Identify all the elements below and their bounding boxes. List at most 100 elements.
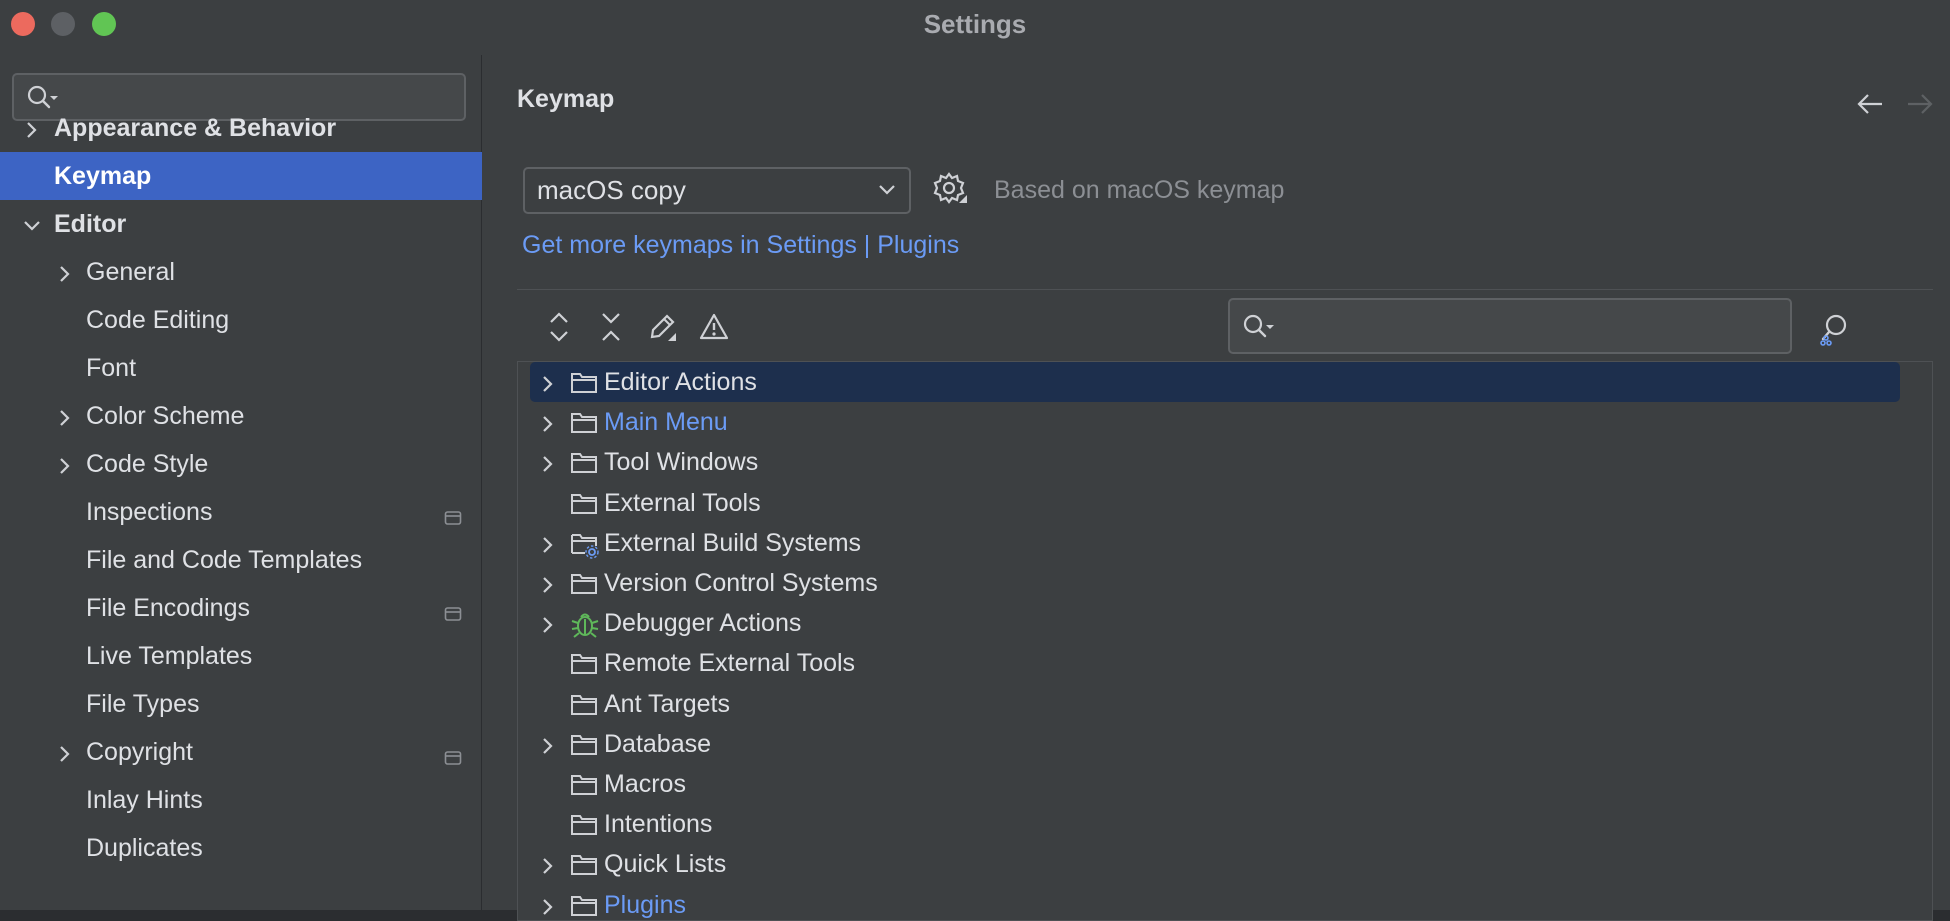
sidebar-item-code-style[interactable]: Code Style — [0, 440, 482, 488]
sidebar-item-label: General — [86, 257, 175, 286]
sidebar-item-copyright[interactable]: Copyright — [0, 728, 482, 776]
tree-row-remote-external-tools[interactable]: Remote External Tools — [530, 643, 1900, 683]
folder-icon — [570, 569, 598, 604]
sidebar-item-editor[interactable]: Editor — [0, 200, 482, 248]
tree-row-label: Version Control Systems — [604, 569, 878, 597]
folder-icon — [570, 368, 598, 403]
sidebar-item-color-scheme[interactable]: Color Scheme — [0, 392, 482, 440]
chevron-right-icon[interactable] — [538, 895, 558, 920]
tree-row-label: Tool Windows — [604, 448, 759, 477]
folder-gear-icon — [570, 529, 600, 566]
sidebar-item-label: Copyright — [86, 737, 193, 766]
page-title: Keymap — [517, 85, 615, 113]
chevron-right-icon[interactable] — [538, 854, 558, 883]
chevron-right-icon[interactable] — [538, 452, 558, 481]
sidebar-item-code-editing[interactable]: Code Editing — [0, 296, 482, 344]
chevron-right-icon[interactable] — [538, 412, 558, 441]
settings-sidebar: Appearance & Behavior Keymap Editor General… — [0, 55, 482, 910]
chevron-right-icon[interactable] — [55, 454, 75, 474]
tree-row-debugger-actions[interactable]: Debugger Actions — [530, 603, 1900, 643]
conflicts-warning-icon — [699, 313, 729, 340]
keymap-panel: Keymap macOS copy Based on macOS keymap … — [483, 55, 1950, 921]
show-conflicts-button[interactable] — [696, 309, 732, 345]
sidebar-item-live-templates[interactable]: Live Templates — [0, 632, 482, 680]
sidebar-item-label: Editor — [54, 209, 127, 238]
back-arrow-icon[interactable] — [1855, 91, 1885, 117]
sidebar-item-appearance-and-behavior[interactable]: Appearance & Behavior — [0, 104, 482, 152]
collapse-all-icon — [602, 313, 620, 341]
bug-icon — [570, 609, 600, 646]
tree-row-quick-lists[interactable]: Quick Lists — [530, 844, 1900, 884]
chevron-right-icon[interactable] — [538, 533, 558, 562]
forward-arrow-icon[interactable] — [1905, 91, 1935, 117]
chevron-right-icon[interactable] — [538, 372, 558, 401]
folder-icon — [570, 850, 598, 885]
collapse-all-button[interactable] — [593, 309, 629, 345]
tree-row-label: Debugger Actions — [604, 609, 802, 638]
sidebar-item-file-encodings[interactable]: File Encodings — [0, 584, 482, 632]
sidebar-item-label: Color Scheme — [86, 401, 245, 430]
folder-icon — [570, 770, 598, 805]
sidebar-item-file-types[interactable]: File Types — [0, 680, 482, 728]
tree-row-external-build-systems[interactable]: External Build Systems — [530, 523, 1900, 563]
tree-row-intentions[interactable]: Intentions — [530, 804, 1900, 844]
sidebar-item-font[interactable]: Font — [0, 344, 482, 392]
sidebar-item-general[interactable]: General — [0, 248, 482, 296]
settings-window: Settings Appearance & Behavior Keymap Edit… — [0, 0, 1950, 921]
sidebar-item-keymap[interactable]: Keymap — [0, 152, 482, 200]
chevron-down-icon[interactable] — [22, 214, 42, 234]
edit-shortcut-icon — [650, 314, 676, 341]
tree-row-version-control-systems[interactable]: Version Control Systems — [530, 563, 1900, 603]
gear-icon[interactable] — [933, 171, 969, 209]
tree-row-main-menu[interactable]: Main Menu — [530, 402, 1900, 442]
keymap-actions-tree: Editor Actions Main Menu Tool Windows Exter… — [517, 361, 1933, 921]
search-icon — [1243, 314, 1274, 338]
keymap-dropdown[interactable]: macOS copy — [523, 167, 911, 214]
tree-row-ant-targets[interactable]: Ant Targets — [530, 684, 1900, 724]
folder-icon — [570, 489, 598, 524]
edit-shortcut-button[interactable] — [644, 309, 680, 345]
chevron-right-icon[interactable] — [538, 613, 558, 642]
title-bar: Settings — [0, 0, 1950, 55]
sidebar-item-file-and-code-templates[interactable]: File and Code Templates — [0, 536, 482, 584]
folder-icon — [570, 448, 598, 483]
find-by-shortcut-icon[interactable] — [1819, 312, 1853, 346]
tree-row-label: Ant Targets — [604, 689, 731, 718]
tree-row-macros[interactable]: Macros — [530, 764, 1900, 804]
tree-row-label: Quick Lists — [604, 850, 727, 879]
chevron-right-icon[interactable] — [55, 262, 75, 282]
tree-row-database[interactable]: Database — [530, 724, 1900, 764]
project-settings-icon — [444, 600, 462, 629]
chevron-down-icon — [879, 185, 895, 195]
expand-all-button[interactable] — [541, 309, 577, 345]
tree-row-tool-windows[interactable]: Tool Windows — [530, 442, 1900, 482]
tree-row-label: Remote External Tools — [604, 649, 856, 678]
sidebar-item-label: Inlay Hints — [86, 785, 203, 814]
chevron-right-icon[interactable] — [538, 573, 558, 602]
tree-row-editor-actions[interactable]: Editor Actions — [530, 362, 1900, 402]
sidebar-item-duplicates[interactable]: Duplicates — [0, 824, 482, 872]
get-more-keymaps-link[interactable]: Get more keymaps in Settings | Plugins — [522, 231, 959, 260]
keymap-dropdown-value: macOS copy — [537, 175, 686, 205]
tree-row-label: External Tools — [604, 488, 761, 517]
sidebar-item-inlay-hints[interactable]: Inlay Hints — [0, 776, 482, 824]
folder-icon — [570, 891, 598, 920]
tree-row-label: External Build Systems — [604, 528, 862, 557]
expand-all-icon — [550, 312, 568, 342]
chevron-right-icon[interactable] — [22, 118, 42, 138]
tree-row-label: Intentions — [604, 810, 713, 839]
chevron-right-icon[interactable] — [538, 734, 558, 763]
folder-icon — [570, 810, 598, 845]
tree-row-label: Database — [604, 729, 712, 758]
tree-row-external-tools[interactable]: External Tools — [530, 483, 1900, 523]
window-title: Settings — [923, 9, 1027, 39]
folder-icon — [570, 730, 598, 765]
sidebar-item-label: File Types — [86, 689, 200, 718]
chevron-right-icon[interactable] — [55, 742, 75, 762]
tree-row-plugins[interactable]: Plugins — [530, 885, 1900, 920]
action-search-input[interactable] — [1228, 298, 1792, 354]
folder-icon — [570, 690, 598, 725]
chevron-right-icon[interactable] — [55, 406, 75, 426]
sidebar-item-label: Appearance & Behavior — [54, 113, 337, 142]
sidebar-item-inspections[interactable]: Inspections — [0, 488, 482, 536]
